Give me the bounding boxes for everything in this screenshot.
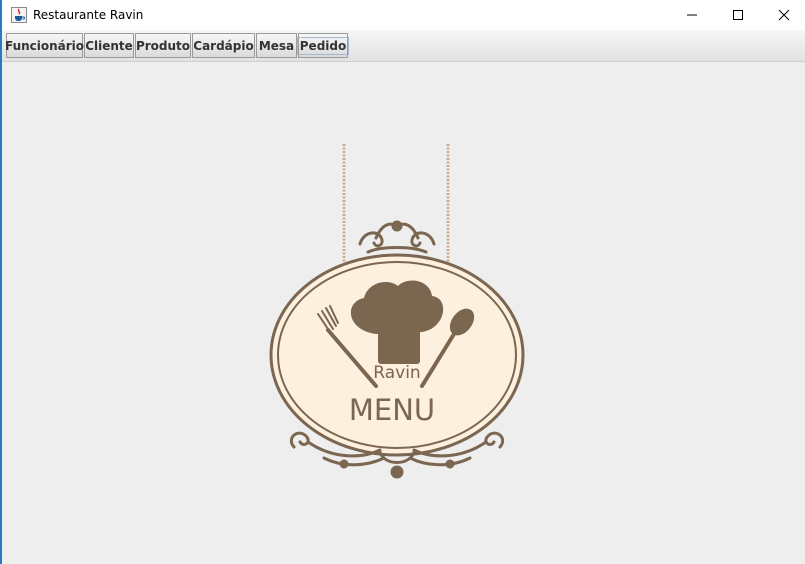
cardapio-label: Cardápio	[193, 38, 254, 53]
title-bar[interactable]: Restaurante Ravin	[2, 0, 805, 30]
close-icon	[778, 9, 790, 21]
funcionario-label: Funcionário	[4, 38, 85, 53]
minimize-icon	[687, 14, 697, 16]
main-content: Ravin MENU	[2, 62, 805, 564]
logo-menu-text: MENU	[349, 393, 435, 427]
funcionario-button[interactable]: Funcionário	[4, 33, 85, 58]
window-title: Restaurante Ravin	[33, 8, 144, 22]
cliente-button[interactable]: Cliente	[84, 33, 134, 58]
maximize-icon	[733, 10, 743, 20]
close-button[interactable]	[761, 0, 805, 30]
mesa-button[interactable]: Mesa	[256, 33, 297, 58]
toolbar: Funcionário Cliente Produto Cardápio Mes…	[2, 30, 805, 62]
java-app-icon	[11, 7, 27, 23]
mesa-label: Mesa	[258, 38, 295, 53]
cliente-label: Cliente	[85, 38, 133, 53]
logo-ravin-text: Ravin	[373, 363, 420, 383]
produto-label: Produto	[135, 38, 191, 53]
pedido-button[interactable]: Pedido	[296, 33, 350, 58]
produto-button[interactable]: Produto	[135, 33, 191, 58]
top-ornament	[358, 220, 436, 254]
ravin-menu-logo: Ravin MENU	[269, 144, 525, 479]
pedido-label: Pedido	[296, 36, 350, 55]
minimize-button[interactable]	[669, 0, 715, 30]
cardapio-button[interactable]: Cardápio	[192, 33, 255, 58]
app-window: Restaurante Ravin Funcionário Cliente Pr…	[0, 0, 805, 564]
maximize-button[interactable]	[715, 0, 761, 30]
